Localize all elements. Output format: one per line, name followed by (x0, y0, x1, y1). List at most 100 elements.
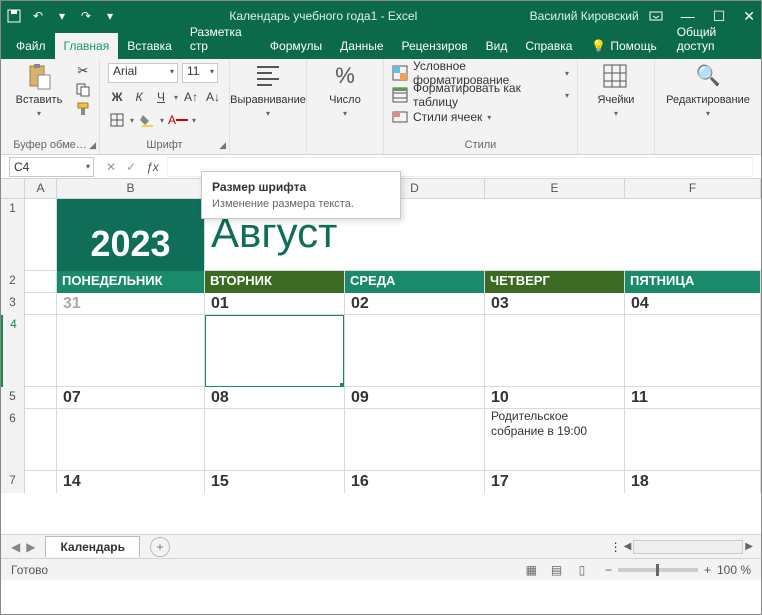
cell-e4[interactable] (485, 315, 625, 387)
day-header-thu[interactable]: ЧЕТВЕРГ (485, 271, 625, 293)
cell-e5[interactable]: 10 (485, 387, 625, 409)
cell-f6[interactable] (625, 409, 761, 471)
col-header-b[interactable]: B (57, 179, 205, 198)
zoom-value[interactable]: 100 % (717, 563, 751, 577)
ribbon-options-icon[interactable] (649, 8, 663, 25)
tab-insert[interactable]: Вставка (118, 33, 181, 59)
font-size-select[interactable]: 11▾ (182, 63, 218, 83)
tab-review[interactable]: Рецензиров (393, 33, 477, 59)
tab-formulas[interactable]: Формулы (261, 33, 331, 59)
col-header-a[interactable]: A (25, 179, 57, 198)
undo-icon[interactable]: ↶ (31, 9, 45, 23)
font-color-icon[interactable]: А (168, 111, 188, 129)
decrease-font-icon[interactable]: A↓ (204, 88, 222, 106)
cell-a6[interactable] (25, 409, 57, 471)
conditional-formatting[interactable]: Условное форматирование▾ (392, 63, 569, 83)
row-header-6[interactable]: 6 (1, 409, 25, 471)
select-all-corner[interactable] (1, 179, 25, 198)
hscroll-track[interactable] (633, 540, 743, 554)
cell-c7[interactable]: 15 (205, 471, 345, 493)
row-header-3[interactable]: 3 (1, 293, 25, 315)
share-button[interactable]: Общий доступ (667, 19, 755, 59)
row-header-2[interactable]: 2 (1, 271, 25, 293)
cut-icon[interactable]: ✂ (75, 63, 91, 79)
paste-dropdown-icon[interactable]: ▾ (37, 109, 41, 118)
cell-d7[interactable]: 16 (345, 471, 485, 493)
enter-formula-icon[interactable]: ✓ (126, 160, 136, 174)
cell-f4[interactable] (625, 315, 761, 387)
underline-dropdown-icon[interactable]: ▾ (174, 93, 178, 102)
save-icon[interactable] (7, 9, 21, 23)
hscroll-left-icon[interactable]: ◀ (624, 541, 632, 552)
borders-dropdown-icon[interactable]: ▾ (130, 116, 134, 125)
increase-font-icon[interactable]: A↑ (182, 88, 200, 106)
hscroll-right-icon[interactable]: ▶ (745, 541, 753, 552)
cell-a4[interactable] (25, 315, 57, 387)
row-header-1[interactable]: 1 (1, 199, 25, 271)
cells-dropdown-icon[interactable]: ▾ (614, 109, 618, 118)
font-launcher-icon[interactable]: ◢ (219, 140, 226, 151)
tab-home[interactable]: Главная (55, 33, 119, 59)
cell-a7[interactable] (25, 471, 57, 493)
cell-b1-year[interactable]: 2023 (57, 199, 205, 271)
editing-dropdown-icon[interactable]: ▾ (706, 109, 710, 118)
fx-icon[interactable]: ƒx (146, 160, 159, 174)
cell-d6[interactable] (345, 409, 485, 471)
cell-b6[interactable] (57, 409, 205, 471)
borders-icon[interactable] (108, 111, 126, 129)
zoom-slider[interactable] (618, 568, 698, 572)
number-dropdown-icon[interactable]: ▾ (343, 109, 347, 118)
zoom-in-icon[interactable]: + (704, 563, 711, 577)
cell-c3[interactable]: 01 (205, 293, 345, 315)
sheet-nav-prev-icon[interactable]: ◀ (11, 540, 20, 554)
format-painter-icon[interactable] (75, 101, 91, 117)
tab-file[interactable]: Файл (7, 33, 55, 59)
view-pagebreak-icon[interactable]: ▯ (571, 563, 593, 577)
view-layout-icon[interactable]: ▤ (546, 563, 568, 577)
cell-d5[interactable]: 09 (345, 387, 485, 409)
row-header-7[interactable]: 7 (1, 471, 25, 493)
copy-icon[interactable] (75, 82, 91, 98)
cell-b4[interactable] (57, 315, 205, 387)
sheet-nav-next-icon[interactable]: ▶ (26, 540, 35, 554)
sheet-split-icon[interactable]: ⋮ (610, 540, 622, 554)
font-color-dropdown-icon[interactable]: ▾ (192, 116, 196, 125)
zoom-out-icon[interactable]: − (605, 563, 612, 577)
tab-view[interactable]: Вид (477, 33, 517, 59)
number-button[interactable]: % Число ▾ (315, 63, 375, 118)
fill-color-icon[interactable] (138, 111, 156, 129)
alignment-button[interactable]: Выравнивание ▾ (238, 63, 298, 118)
cell-f7[interactable]: 18 (625, 471, 761, 493)
view-normal-icon[interactable]: ▦ (520, 563, 542, 577)
qat-customize-icon[interactable]: ▾ (103, 9, 117, 23)
cell-c5[interactable]: 08 (205, 387, 345, 409)
cell-a3[interactable] (25, 293, 57, 315)
underline-icon[interactable]: Ч (152, 88, 170, 106)
paste-button[interactable]: Вставить ▾ (9, 63, 69, 118)
cell-e3[interactable]: 03 (485, 293, 625, 315)
alignment-dropdown-icon[interactable]: ▾ (266, 109, 270, 118)
cell-a1[interactable] (25, 199, 57, 271)
undo-dropdown-icon[interactable]: ▾ (55, 9, 69, 23)
cell-f3[interactable]: 04 (625, 293, 761, 315)
cell-b3[interactable]: 31 (57, 293, 205, 315)
col-header-f[interactable]: F (625, 179, 761, 198)
italic-icon[interactable]: К (130, 88, 148, 106)
cell-e6[interactable]: Родительское собрание в 19:00 (485, 409, 625, 471)
cell-e7[interactable]: 17 (485, 471, 625, 493)
name-box[interactable]: C4▾ (9, 157, 94, 177)
cell-b5[interactable]: 07 (57, 387, 205, 409)
fill-dropdown-icon[interactable]: ▾ (160, 116, 164, 125)
cell-d3[interactable]: 02 (345, 293, 485, 315)
cell-f5[interactable]: 11 (625, 387, 761, 409)
bold-icon[interactable]: Ж (108, 88, 126, 106)
format-as-table[interactable]: Форматировать как таблицу▾ (392, 85, 569, 105)
cell-b7[interactable]: 14 (57, 471, 205, 493)
tab-layout[interactable]: Разметка стр (181, 19, 261, 59)
sheet-tab-calendar[interactable]: Календарь (45, 536, 140, 557)
clipboard-launcher-icon[interactable]: ◢ (89, 140, 96, 151)
help-button[interactable]: 💡Помощь (581, 33, 666, 59)
day-header-fri[interactable]: ПЯТНИЦА (625, 271, 761, 293)
cell-styles[interactable]: Стили ячеек▾ (392, 107, 491, 127)
tab-data[interactable]: Данные (331, 33, 392, 59)
